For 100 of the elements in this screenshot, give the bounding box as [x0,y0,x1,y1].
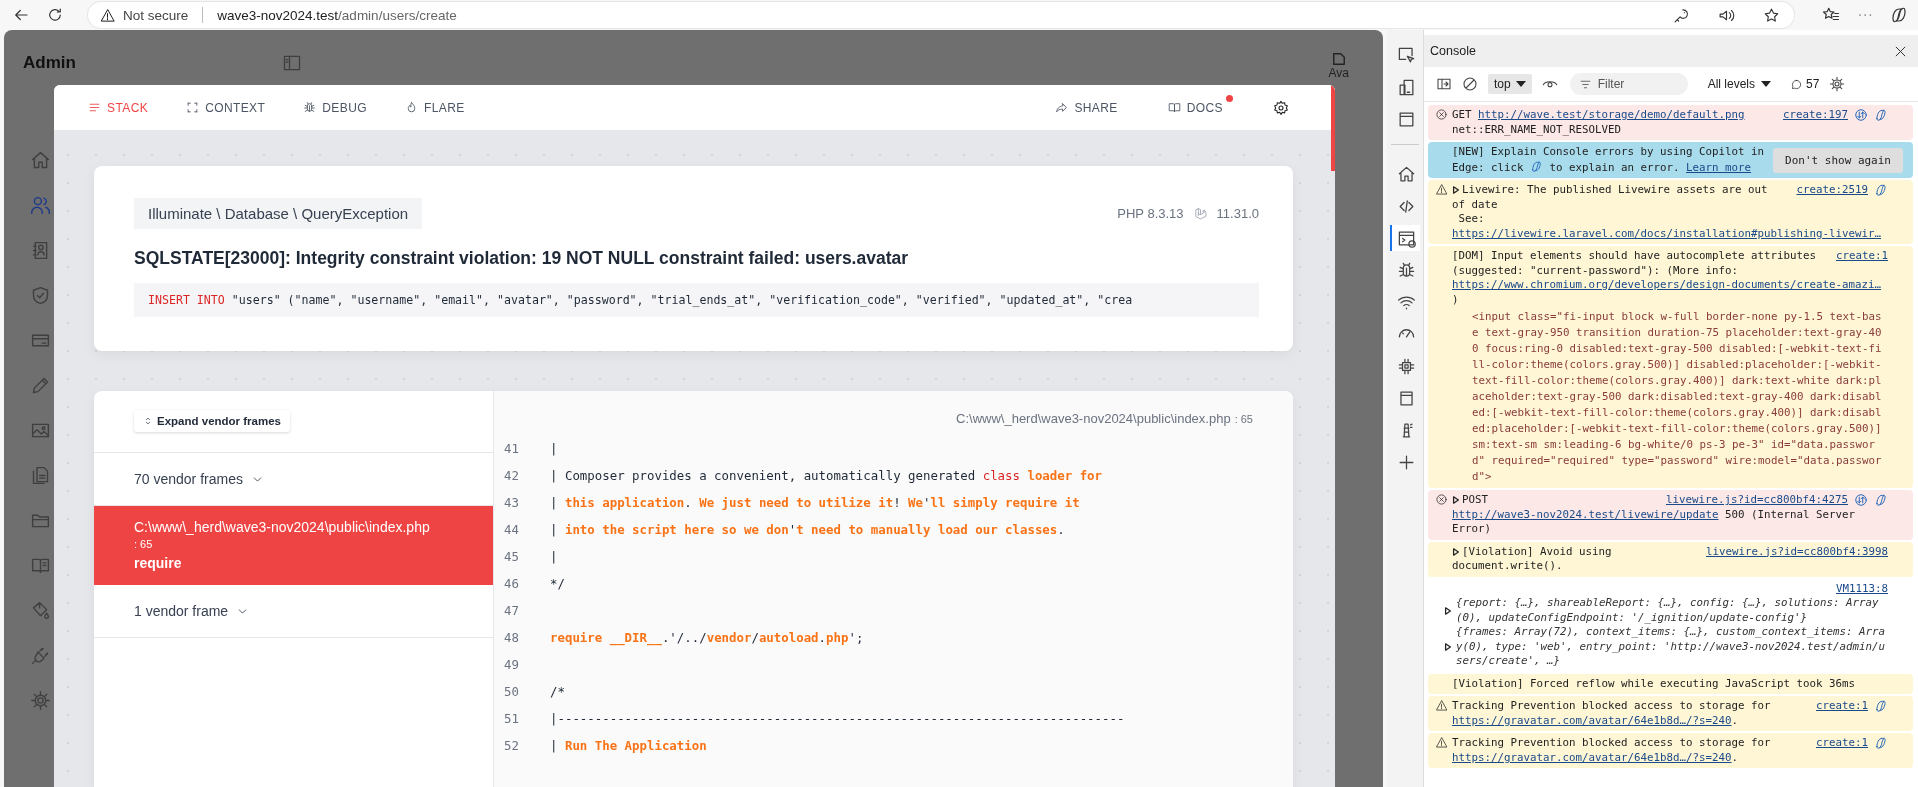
code-line: | this application. We just need to utilize it! We'll simply require it [550,495,1080,510]
share-icon [1055,101,1069,114]
panel-title: Console [1430,44,1476,58]
code-line: */ [550,576,565,591]
security-label[interactable]: Not secure [123,7,189,23]
stack-frame[interactable]: C:\www\_herd\wave3-nov2024\public\index.php : 65 require [94,506,493,585]
caret-icon[interactable] [1452,496,1460,505]
console-icon[interactable] [1390,225,1420,251]
exception-class: Illuminate \ Database \ QueryException [134,198,423,229]
line-number: 44 [503,522,520,537]
source-link[interactable]: livewire.js?id=cc800bf4:4275 [1666,493,1848,508]
caret-icon[interactable] [1444,606,1452,615]
console-message: https://gravatar.com/avatar/64e1b8d…/?s=240. [1452,713,1740,728]
action-link[interactable]: DOCS [1155,94,1235,121]
code-line: | [550,441,558,456]
admin-title: Admin [23,53,76,73]
code-line: |---------------------------------------------------------------------------- [550,711,1125,726]
context-icon [186,101,200,114]
message-bubble-icon [1791,78,1803,90]
address-bar[interactable]: Not secure wave3-nov2024.test/admin/users/create [88,2,1794,28]
tab[interactable]: CONTEXT [174,94,278,121]
console-message: http://wave3-nov2024.test/livewire/update 500 (Internal Server Error) [1452,507,1857,537]
console-message: [Violation] Forced reflow while executing JavaScript took 36ms [1452,676,1857,691]
url-text[interactable]: wave3-nov2024.test/admin/users/create [217,7,457,23]
line-number: 49 [503,657,520,672]
console-message: https://gravatar.com/avatar/64e1b8d…/?s=240. [1452,750,1740,765]
link[interactable]: https://www.chromium.org/developers/design-documents/create-amazi… [1452,278,1882,291]
source-link[interactable]: VM1113:8 [1836,581,1888,595]
html-snippet: <input class="fi-input block w-full border-none py-1.5 text-base text-gray-950 transition duration-75 placeholder:text-gray-400 focus:ring-0 disabled:text-gray-500 disabled:[-webkit-text-fill-color:theme(colors.gray.500)] disabled:placeholder:[-webkit-text-fill-color:theme(colors.gray.400)] dark:text-white dark:placeholder:text-gray-500 dark:disabled:text-gray-400 dark:disabled:[-webkit-text-fill-color:theme(colors.gray.400)] dark:disabled:placeholder:[-webkit-text-fill-color:theme(colors.gray.500)] sm:text-sm sm:leading-6 bg-white/0 ps-3 pe-3" id="data.password" required="required" type="password" wire:model="data.password"> [1472,309,1883,485]
source-link[interactable]: create:197 [1783,108,1848,123]
network-icon[interactable] [1854,108,1868,123]
frame-line: : 65 [134,538,154,550]
filter-field[interactable]: Filter [1569,73,1688,95]
message-count: 57 [1806,77,1820,91]
vendor-frames-toggle[interactable]: 1 vendor frame [94,585,493,638]
framework-version: 11.31.0 [1216,206,1259,221]
link[interactable]: Learn more [1686,160,1752,174]
star-icon[interactable] [1763,6,1780,24]
assistant-icon[interactable] [1890,6,1908,24]
link[interactable]: https://gravatar.com/avatar/64e1b8d…/?s=240 [1452,750,1732,764]
sort-arrows-icon [143,416,153,426]
caret-icon[interactable] [1452,186,1460,195]
tab[interactable]: FLARE [392,94,477,121]
console-message: [DOM] Input elements should have autocomplete attributes [1452,249,1816,264]
link[interactable]: http://wave.test/storage/demo/default.png [1478,108,1745,121]
line-number: 43 [503,495,520,510]
action-link[interactable]: SHARE [1043,94,1130,121]
clear-icon[interactable] [1462,76,1478,92]
exception-message: SQLSTATE[23000]: Integrity constraint violation: 19 NOT NULL constraint failed: users.avatar [134,248,910,269]
framework-icon [1193,207,1207,220]
code-line: | [550,549,558,564]
caret-icon[interactable] [1452,547,1460,556]
code-line: /* [550,684,565,699]
tab[interactable]: STACK [76,94,161,121]
network-icon[interactable] [1854,493,1868,508]
line-number: 51 [503,711,520,726]
error-icon [1436,494,1447,505]
link[interactable]: http://wave3-nov2024.test/livewire/update [1452,507,1719,521]
console-message: document.write(). [1452,559,1564,574]
sql-query: INSERT INTO "users" ("name", "username", "email", "avatar", "password", "trial_ends_at", "verification_code", "verified", "updated_at", "crea [134,283,1259,317]
object-preview: {frames: Array(72), context_items: {…}, custom_context_items: Array(0), type: 'web', entry_point: 'http://wave3-nov2024.test/admin/users/create', …} [1456,625,1887,669]
book-icon [1167,101,1181,114]
code-line: | Composer provides a convenient, automatically generated class loader for [550,468,1103,483]
frame-file: C:\www\_herd\wave3-nov2024\public\index.php [134,519,431,535]
line-number: 48 [503,630,520,645]
console-message: Tracking Prevention blocked access to storage for [1452,699,1771,714]
context-dropdown[interactable]: top [1488,74,1532,94]
source-link[interactable]: livewire.js?id=cc800bf4:3998 [1706,544,1888,559]
console-message: GET http://wave.test/storage/demo/default.png [1452,108,1745,123]
source-link[interactable]: create:1 [1816,699,1868,714]
frame-method: require [134,555,183,571]
warning-icon [1436,184,1447,195]
expand-vendor-frames-button[interactable]: Expand vendor frames [134,410,290,432]
settings-icon[interactable] [1273,99,1289,116]
code-line: | Run The Application [550,738,707,753]
dismiss-button[interactable]: Don't show again [1773,147,1903,173]
settings-icon[interactable] [1829,76,1846,92]
error-icon [1436,109,1447,120]
console-message: Tracking Prevention blocked access to storage for [1452,736,1771,751]
console-message: net::ERR_NAME_NOT_RESOLVED [1452,122,1622,137]
sidebar-toggle-icon[interactable] [281,53,302,73]
source-link[interactable]: create:1 [1836,249,1888,264]
link[interactable]: https://livewire.laravel.com/docs/installation#publishing-livewir… [1452,226,1882,240]
link[interactable]: https://gravatar.com/avatar/64e1b8d…/?s=240 [1452,713,1732,727]
log-levels-dropdown[interactable]: All levels [1701,76,1778,92]
reload-icon[interactable] [46,6,64,24]
php-version: PHP 8.3.13 [1117,206,1184,221]
console-message: [NEW] Explain Console errors by using Copilot in Edge: click to explain an error. Learn more [1452,145,1765,175]
warning-icon [1436,737,1447,748]
console-message: of date See: https://livewire.laravel.com/docs/installation#publishing-livewir… [1452,197,1883,241]
source-link[interactable]: create:2519 [1796,183,1868,198]
line-number: 45 [503,549,520,564]
tab[interactable]: DEBUG [291,94,379,121]
source-link[interactable]: create:1 [1816,736,1868,751]
warning-icon [100,7,115,23]
line-number: 42 [503,468,520,483]
sidebar-toggle-icon[interactable] [1436,76,1452,92]
console-message: (suggested: "current-password"): (More info: https://www.chromium.org/developers/design-documents/create-amazi… ) [1452,263,1883,307]
key-icon[interactable] [1673,6,1690,24]
caret-icon[interactable] [1444,642,1452,651]
